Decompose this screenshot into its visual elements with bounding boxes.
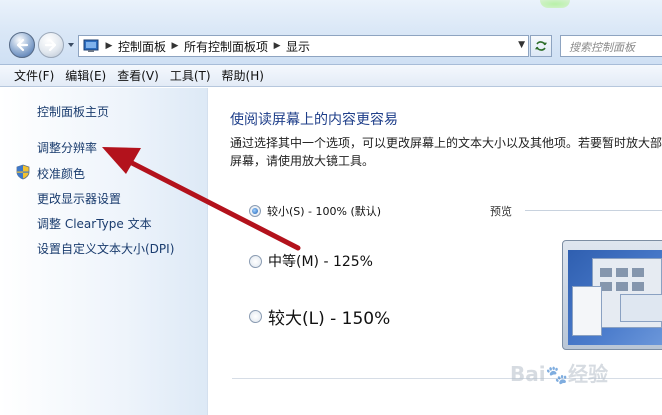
option-larger-label: 较大(L) - 150% [268, 309, 391, 329]
back-arrow-icon [16, 38, 29, 52]
option-smaller-label: 较小(S) - 100% (默认) [267, 205, 382, 218]
option-medium-label: 中等(M) - 125% [268, 254, 373, 270]
breadcrumb-control-panel[interactable]: 控制面板 [116, 38, 168, 55]
radio-smaller[interactable] [249, 205, 261, 217]
option-larger[interactable]: 较大(L) - 150% [249, 304, 390, 329]
breadcrumb-separator-icon: ▶ [105, 41, 113, 51]
preview-label: 预览 [490, 205, 512, 218]
menu-view[interactable]: 查看(V) [117, 67, 159, 84]
preview-tile [616, 282, 628, 291]
forward-arrow-icon [44, 38, 57, 52]
option-smaller[interactable]: 较小(S) - 100% (默认) [249, 203, 381, 219]
search-input[interactable]: 搜索控制面板 [560, 35, 662, 57]
refresh-icon [535, 41, 547, 51]
address-bar[interactable]: ▶ 控制面板 ▶ 所有控制面板项 ▶ 显示 ▼ [78, 35, 529, 57]
page-description: 通过选择其中一个选项，可以更改屏幕上的文本大小以及其他项。若要暂时放大部分屏幕，… [230, 136, 662, 168]
preview-panel [620, 294, 662, 322]
recent-pages-chevron-icon[interactable] [66, 40, 76, 50]
page-title: 使阅读屏幕上的内容更容易 [230, 112, 398, 128]
preview-tile [616, 268, 628, 277]
radio-larger[interactable] [249, 310, 262, 323]
sidebar-item-adjust-resolution[interactable]: 调整分辨率 [37, 139, 97, 156]
shield-icon [16, 164, 30, 180]
sidebar-item-calibrate-color[interactable]: 校准颜色 [37, 165, 85, 182]
preview-tile [600, 268, 612, 277]
preview-divider [525, 210, 662, 211]
preview-screen [568, 250, 662, 345]
preview-tile [632, 282, 644, 291]
watermark-brand: Bai [510, 362, 546, 386]
sidebar-item-cleartype[interactable]: 调整 ClearType 文本 [37, 215, 152, 232]
radio-medium[interactable] [249, 254, 262, 268]
refresh-button[interactable] [530, 35, 552, 57]
breadcrumb-separator-icon[interactable]: ▶ [270, 41, 284, 51]
menu-edit[interactable]: 编辑(E) [65, 67, 106, 84]
preview-tile [632, 268, 644, 277]
sidebar-item-custom-dpi[interactable]: 设置自定义文本大小(DPI) [37, 240, 174, 257]
breadcrumb-display[interactable]: 显示 [284, 38, 312, 55]
breadcrumb-separator-icon[interactable]: ▶ [168, 41, 182, 51]
title-glow [540, 0, 570, 8]
control-panel-icon [83, 39, 99, 52]
menu-file[interactable]: 文件(F) [14, 67, 54, 84]
breadcrumb-all-items[interactable]: 所有控制面板项 [182, 38, 270, 55]
sidebar-item-control-panel-home[interactable]: 控制面板主页 [37, 103, 109, 120]
menu-bar: 文件(F) 编辑(E) 查看(V) 工具(T) 帮助(H) [0, 65, 662, 87]
watermark-suffix: 经验 [568, 362, 609, 386]
option-medium[interactable]: 中等(M) - 125% [249, 251, 373, 271]
forward-button[interactable] [38, 32, 64, 58]
preview-sidebar-window [572, 286, 602, 336]
menu-tools[interactable]: 工具(T) [170, 67, 211, 84]
menu-help[interactable]: 帮助(H) [222, 67, 264, 84]
watermark-logo: Bai🐾经验 [510, 362, 609, 386]
back-button[interactable] [9, 32, 35, 58]
sidebar-item-change-display-settings[interactable]: 更改显示器设置 [37, 190, 121, 207]
address-dropdown-icon[interactable]: ▼ [518, 40, 525, 50]
